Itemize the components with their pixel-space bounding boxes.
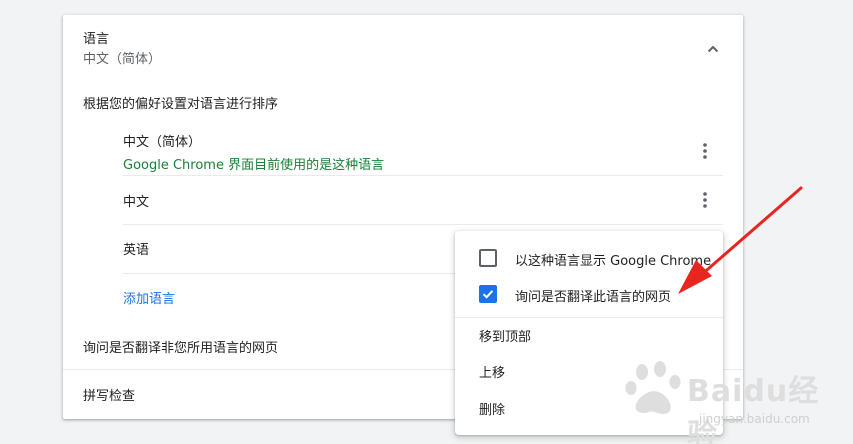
more-actions-button[interactable]	[691, 137, 719, 165]
offer-translate-option[interactable]: 询问是否翻译此语言的网页	[455, 276, 723, 310]
current-language: 中文（简体）	[83, 52, 162, 67]
move-up-item[interactable]: 上移	[479, 362, 505, 381]
more-vert-icon	[703, 143, 707, 159]
display-chrome-label: 以这种语言显示 Google Chrome	[515, 254, 712, 269]
spellcheck-label[interactable]: 拼写检查	[83, 385, 135, 404]
more-actions-button[interactable]	[691, 186, 719, 214]
section-title: 语言	[83, 32, 110, 47]
stage: 语言 中文（简体） 根据您的偏好设置对语言进行排序 中文（简体） Google …	[0, 0, 853, 444]
display-chrome-checkbox[interactable]	[479, 249, 497, 267]
language-name: 英语	[123, 243, 150, 258]
more-vert-icon	[703, 192, 707, 208]
add-language-link[interactable]: 添加语言	[123, 288, 175, 307]
watermark-brand: Baidu经验	[687, 374, 820, 444]
offer-translate-label: 询问是否翻译非您所用语言的网页	[83, 341, 279, 356]
menu-divider	[455, 317, 723, 318]
offer-translate-menu-label: 询问是否翻译此语言的网页	[515, 290, 672, 305]
language-row-zh: 中文	[123, 176, 723, 225]
display-chrome-option[interactable]: 以这种语言显示 Google Chrome	[455, 240, 723, 274]
language-name: 中文（简体）	[123, 135, 202, 150]
paw-logo-icon	[625, 361, 681, 414]
language-row-zh-cn: 中文（简体） Google Chrome 界面目前使用的是这种语言	[123, 121, 723, 176]
watermark-url: jingyan.baidu.com	[699, 412, 810, 426]
sort-description: 根据您的偏好设置对语言进行排序	[83, 97, 279, 112]
remove-item[interactable]: 删除	[479, 399, 505, 418]
ui-language-note: Google Chrome 界面目前使用的是这种语言	[123, 158, 385, 173]
chevron-up-icon	[707, 45, 719, 53]
check-icon	[482, 290, 494, 299]
language-name: 中文	[123, 195, 150, 210]
move-to-top-item[interactable]: 移到顶部	[479, 326, 531, 345]
collapse-button[interactable]	[699, 35, 727, 63]
baidu-watermark: Baidu经验 jingyan.baidu.com	[625, 360, 847, 444]
offer-translate-checkbox[interactable]	[479, 285, 497, 303]
